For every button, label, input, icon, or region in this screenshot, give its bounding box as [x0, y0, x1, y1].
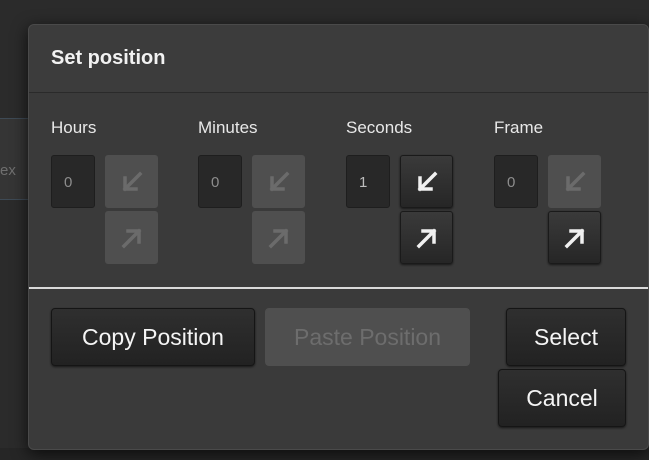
seconds-decrement-button[interactable] — [400, 155, 453, 208]
frame-increment-button[interactable] — [548, 211, 601, 264]
hours-value-field[interactable]: 0 — [51, 155, 95, 208]
background-panel — [0, 118, 30, 200]
cancel-button[interactable]: Cancel — [498, 369, 626, 427]
arrow-down-left-icon — [269, 171, 289, 191]
seconds-value-field[interactable]: 1 — [346, 155, 390, 208]
minutes-decrement-button — [252, 155, 305, 208]
select-button[interactable]: Select — [506, 308, 626, 366]
dialog-header: Set position — [29, 25, 648, 93]
frame-label: Frame — [494, 118, 544, 137]
arrow-down-left-icon — [565, 171, 585, 191]
arrow-up-right-icon — [268, 228, 288, 248]
hours-decrement-button — [105, 155, 158, 208]
paste-position-button: Paste Position — [265, 308, 470, 366]
arrow-down-left-icon — [122, 171, 142, 191]
minutes-value-field[interactable]: 0 — [198, 155, 242, 208]
minutes-increment-button — [252, 211, 305, 264]
frame-decrement-button — [548, 155, 601, 208]
copy-position-button[interactable]: Copy Position — [51, 308, 255, 366]
seconds-label: Seconds — [346, 118, 413, 137]
arrow-up-right-icon — [564, 228, 584, 248]
arrow-down-left-icon — [417, 171, 437, 191]
arrow-up-right-icon — [416, 228, 436, 248]
hours-label: Hours — [51, 118, 97, 137]
frame-value-field[interactable]: 0 — [494, 155, 538, 208]
dialog-divider — [29, 287, 648, 289]
arrow-up-right-icon — [121, 228, 141, 248]
seconds-increment-button[interactable] — [400, 211, 453, 264]
dialog-title: Set position — [51, 47, 166, 69]
hours-increment-button — [105, 211, 158, 264]
background-text: ex — [0, 162, 16, 179]
set-position-dialog: Set position Hours 0 Minutes 0 Seconds 1… — [28, 24, 649, 450]
minutes-label: Minutes — [198, 118, 258, 137]
